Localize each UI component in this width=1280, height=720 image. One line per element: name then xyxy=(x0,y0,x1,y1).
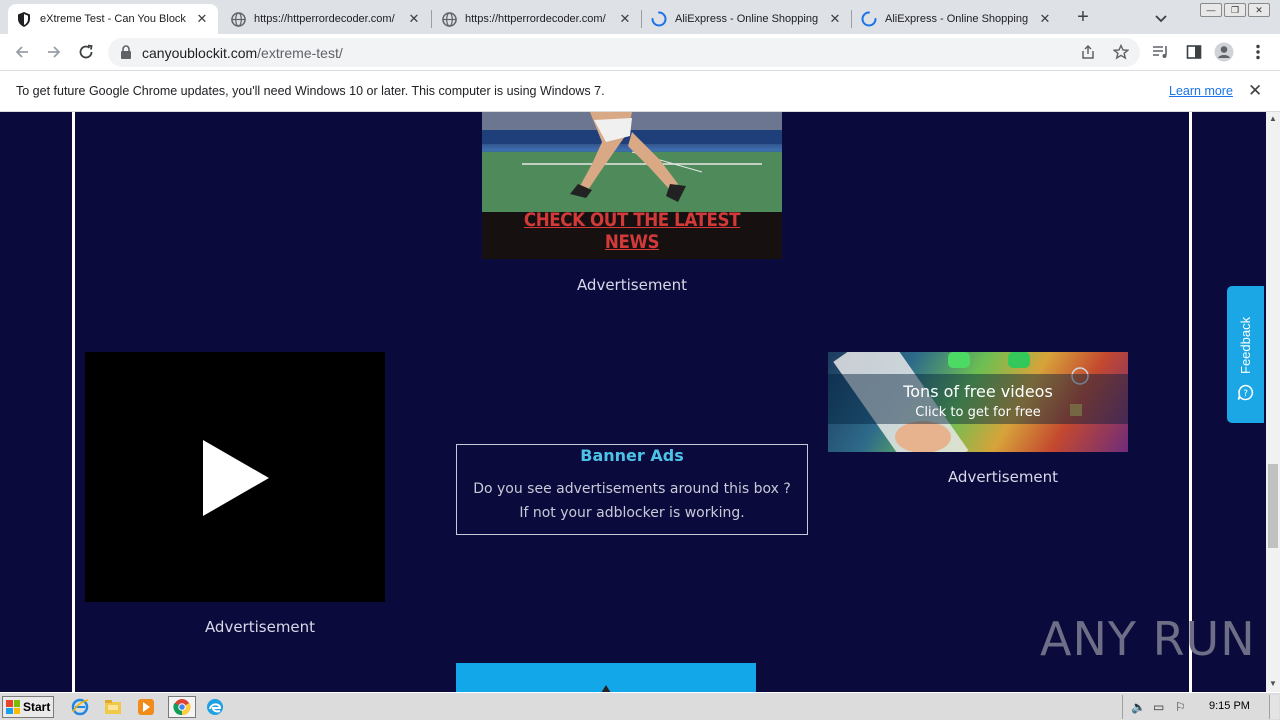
banner-line-1: Do you see advertisements around this bo… xyxy=(473,481,791,497)
svg-text:?: ? xyxy=(1243,389,1248,399)
tab-search-chevron-icon[interactable] xyxy=(1152,9,1170,27)
tab-separator xyxy=(851,10,852,28)
forward-arrow-icon[interactable] xyxy=(44,42,64,62)
tab-separator xyxy=(641,10,642,28)
menu-kebab-icon[interactable] xyxy=(1248,42,1268,62)
ad-label: Advertisement xyxy=(204,618,316,636)
page-scrollbar[interactable]: ▲ ▼ xyxy=(1266,112,1280,692)
lock-icon[interactable] xyxy=(120,45,132,64)
page-content: CHECK OUT THE LATEST NEWS Advertisement … xyxy=(0,112,1266,692)
close-tab-icon[interactable]: ✕ xyxy=(194,11,210,27)
tab-strip: eXtreme Test - Can You Block It ✕ https:… xyxy=(0,0,1280,34)
file-explorer-icon[interactable] xyxy=(101,696,125,718)
tab-title: https://httperrordecoder.com/ xyxy=(465,13,606,25)
close-window-button[interactable]: ✕ xyxy=(1248,3,1270,17)
tab-extreme-test[interactable]: eXtreme Test - Can You Block It ✕ xyxy=(8,4,218,34)
update-infobar: To get future Google Chrome updates, you… xyxy=(0,71,1280,112)
watermark-text: ANY RUN xyxy=(1040,612,1256,666)
anyrun-watermark: ANY RUN xyxy=(1040,612,1256,666)
banner-body: Do you see advertisements around this bo… xyxy=(457,477,807,525)
tab-aliexpress-1[interactable]: AliExpress - Online Shopping for ✕ xyxy=(643,4,851,34)
share-icon[interactable] xyxy=(1078,42,1098,62)
action-center-flag-icon[interactable]: ⚐ xyxy=(1175,700,1186,714)
windows-taskbar: Start 🔈 ▭ ⚐ 9:15 PM xyxy=(0,692,1280,720)
volume-icon[interactable]: 🔈 xyxy=(1131,700,1146,714)
infobar-message: To get future Google Chrome updates, you… xyxy=(16,84,605,98)
start-label: Start xyxy=(23,700,51,714)
minimize-button[interactable]: — xyxy=(1200,3,1222,17)
feedback-label: Feedback xyxy=(1238,316,1253,374)
ad-label: Advertisement xyxy=(947,468,1059,486)
tab-httperrordecoder-1[interactable]: https://httperrordecoder.com/ ✕ xyxy=(222,4,430,34)
start-button[interactable]: Start xyxy=(2,696,54,718)
tab-title: eXtreme Test - Can You Block It xyxy=(40,13,188,25)
shield-icon xyxy=(16,11,32,27)
play-icon[interactable] xyxy=(203,440,269,516)
url-domain: canyoublockit.com xyxy=(142,45,258,61)
videos-ad-subtext: Click to get for free xyxy=(915,405,1041,420)
show-desktop-button[interactable] xyxy=(1269,695,1279,719)
tab-title: AliExpress - Online Shopping for xyxy=(675,13,821,25)
system-tray: 🔈 ▭ ⚐ 9:15 PM xyxy=(1122,695,1279,719)
address-bar[interactable]: canyoublockit.com/extreme-test/ xyxy=(108,38,1140,67)
close-tab-icon[interactable]: ✕ xyxy=(617,11,633,27)
videos-ad-headline: Tons of free videos xyxy=(903,382,1053,401)
url-text: canyoublockit.com/extreme-test/ xyxy=(142,45,343,61)
close-tab-icon[interactable]: ✕ xyxy=(406,11,422,27)
close-tab-icon[interactable]: ✕ xyxy=(827,11,843,27)
restore-button[interactable]: ❐ xyxy=(1224,3,1246,17)
edge-icon[interactable] xyxy=(203,696,227,718)
side-panel-icon[interactable] xyxy=(1184,42,1204,62)
feedback-button[interactable]: Feedback ? xyxy=(1227,286,1264,423)
ad-label: Advertisement xyxy=(576,276,688,294)
scroll-up-arrow-icon[interactable]: ▲ xyxy=(1269,114,1277,123)
new-tab-button[interactable]: + xyxy=(1072,7,1094,29)
triangle-icon xyxy=(601,685,611,692)
media-player-icon[interactable] xyxy=(134,696,158,718)
tab-httperrordecoder-2[interactable]: https://httperrordecoder.com/ ✕ xyxy=(433,4,641,34)
tab-separator xyxy=(431,10,432,28)
video-ad-player[interactable] xyxy=(85,352,385,602)
close-icon[interactable]: ✕ xyxy=(1248,81,1262,101)
internet-explorer-icon[interactable] xyxy=(68,696,92,718)
profile-avatar-icon[interactable] xyxy=(1214,42,1234,62)
browser-toolbar: canyoublockit.com/extreme-test/ xyxy=(0,34,1280,71)
cyan-ad-banner[interactable] xyxy=(456,663,756,692)
bookmark-star-icon[interactable] xyxy=(1111,42,1131,62)
reload-icon[interactable] xyxy=(76,42,96,62)
close-tab-icon[interactable]: ✕ xyxy=(1037,11,1053,27)
banner-ads-box: Banner Ads Do you see advertisements aro… xyxy=(456,444,808,535)
learn-more-link[interactable]: Learn more xyxy=(1169,84,1233,98)
globe-icon xyxy=(230,11,246,27)
loading-spinner-icon xyxy=(861,11,877,27)
scroll-thumb[interactable] xyxy=(1268,464,1278,548)
content-border-right xyxy=(1189,112,1192,692)
loading-spinner-icon xyxy=(651,11,667,27)
content-border-left xyxy=(72,112,75,692)
back-arrow-icon[interactable] xyxy=(12,42,32,62)
banner-title: Banner Ads xyxy=(580,446,684,465)
url-path: /extreme-test/ xyxy=(257,45,343,61)
banner-line-2: If not your adblocker is working. xyxy=(519,505,745,521)
free-videos-ad[interactable]: Tons of free videos Click to get for fre… xyxy=(828,352,1128,452)
chat-bubble-icon: ? xyxy=(1237,384,1254,406)
tennis-news-ad[interactable]: CHECK OUT THE LATEST NEWS xyxy=(482,112,782,259)
tab-title: AliExpress - Online Shopping for xyxy=(885,13,1031,25)
tab-title: https://httperrordecoder.com/ xyxy=(254,13,395,25)
tab-aliexpress-2[interactable]: AliExpress - Online Shopping for ✕ xyxy=(853,4,1061,34)
window-controls: — ❐ ✕ xyxy=(1200,3,1270,17)
network-icon[interactable]: ▭ xyxy=(1153,700,1164,714)
clock: 9:15 PM xyxy=(1209,700,1250,712)
chrome-taskbar-icon[interactable] xyxy=(168,696,196,718)
windows-logo-icon xyxy=(6,700,20,714)
news-cta-link[interactable]: CHECK OUT THE LATEST NEWS xyxy=(500,209,764,253)
globe-icon xyxy=(441,11,457,27)
scroll-down-arrow-icon[interactable]: ▼ xyxy=(1269,679,1277,688)
media-queue-icon[interactable] xyxy=(1151,42,1171,62)
